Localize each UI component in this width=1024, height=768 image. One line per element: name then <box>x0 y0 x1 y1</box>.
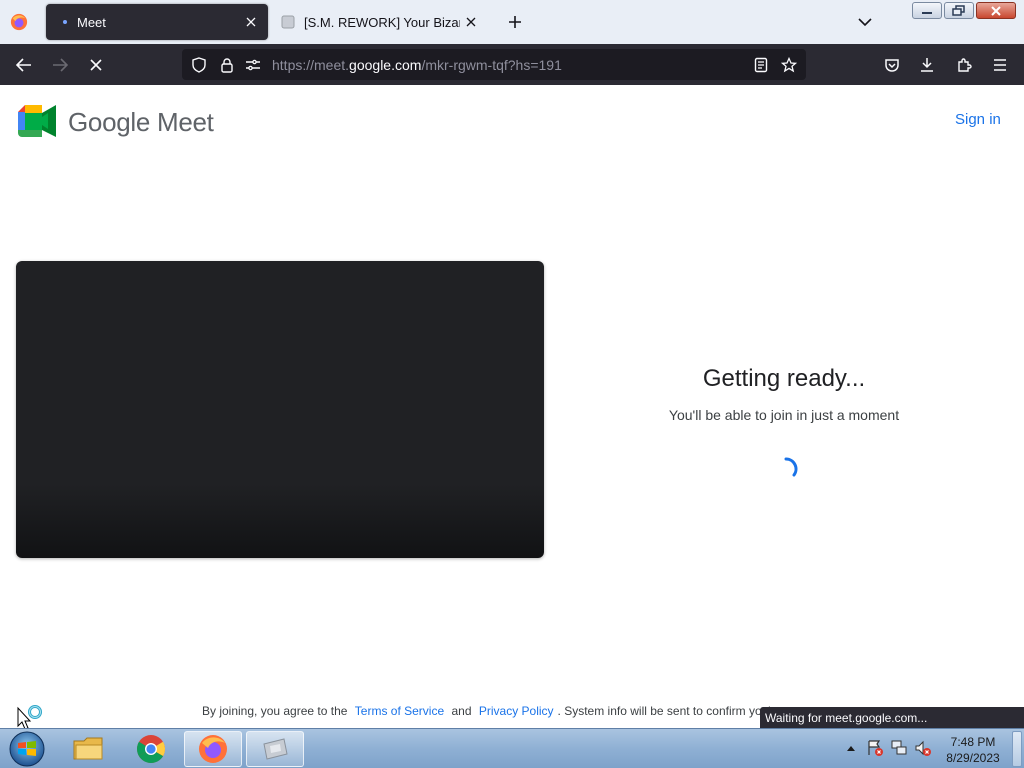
network-icon <box>891 740 907 755</box>
tray-network[interactable] <box>890 739 908 757</box>
minimize-button[interactable] <box>912 2 942 19</box>
menu-button[interactable] <box>987 52 1013 78</box>
chrome-icon <box>137 735 165 763</box>
chevron-down-icon <box>858 18 872 27</box>
system-clock[interactable]: 7:48 PM 8/29/2023 <box>940 734 1006 766</box>
tab-rework[interactable]: [S.M. REWORK] Your Bizarre Ad <box>276 4 488 40</box>
clock-date: 8/29/2023 <box>946 751 1000 765</box>
flag-warning-icon <box>868 740 883 756</box>
close-tab-icon[interactable] <box>240 11 262 33</box>
taskbar-file-explorer[interactable] <box>60 731 118 767</box>
hamburger-menu-icon <box>994 59 1006 71</box>
restore-icon <box>952 5 965 16</box>
forward-button[interactable] <box>47 52 73 78</box>
taskbar-app[interactable] <box>246 731 304 767</box>
legal-suffix: . System info will be sent to confirm yo… <box>557 704 771 718</box>
permissions-icon[interactable] <box>244 56 262 74</box>
restore-button[interactable] <box>944 2 974 19</box>
status-panel: Waiting for meet.google.com... <box>760 707 1024 729</box>
list-all-tabs-button[interactable] <box>854 11 876 33</box>
tray-action-center[interactable] <box>866 739 884 757</box>
document-icon <box>281 15 295 29</box>
taskbar-chrome[interactable] <box>122 731 180 767</box>
url-text[interactable]: https://meet.google.com/mkr-rgwm-tqf?hs=… <box>272 57 562 73</box>
clock-time: 7:48 PM <box>950 735 996 749</box>
tab-meet[interactable]: Meet <box>46 4 268 40</box>
new-tab-button[interactable] <box>504 11 526 33</box>
tab-strip: Meet [S.M. REWORK] Your Bizarre Ad <box>0 0 1024 44</box>
url-path: /mkr-rgwm-tqf?hs=191 <box>421 57 562 73</box>
show-hidden-icons-button[interactable] <box>842 739 860 757</box>
back-button[interactable] <box>11 52 37 78</box>
legal-prefix: By joining, you agree to the <box>202 704 348 718</box>
getting-ready-title: Getting ready... <box>702 365 866 392</box>
url-prefix: https://meet. <box>272 57 350 73</box>
close-tab-icon[interactable] <box>460 11 482 33</box>
start-button-icon[interactable] <box>7 730 47 768</box>
privacy-policy-link[interactable]: Privacy Policy <box>479 704 554 718</box>
minimize-icon <box>922 11 932 14</box>
tray-volume[interactable] <box>914 739 932 757</box>
chevron-up-icon <box>847 746 855 751</box>
plus-icon <box>509 16 521 28</box>
getting-ready-subtitle: You'll be able to join in just a moment <box>668 407 900 423</box>
brand-wordmark: Google Meet <box>68 107 214 137</box>
firefox-icon <box>199 735 227 763</box>
lock-icon[interactable] <box>218 56 236 74</box>
shield-icon[interactable] <box>190 56 208 74</box>
video-preview <box>16 261 544 558</box>
legal-notice: By joining, you agree to the Terms of Se… <box>202 704 771 718</box>
bookmark-star-icon[interactable] <box>780 56 798 74</box>
tab-title: Meet <box>77 14 106 30</box>
url-host: google.com <box>349 57 422 73</box>
stop-loading-button[interactable] <box>83 52 109 78</box>
close-window-button[interactable] <box>976 2 1016 19</box>
close-icon <box>991 5 1001 16</box>
download-icon <box>921 58 933 72</box>
firefox-icon[interactable] <box>10 13 28 31</box>
loading-spinner-icon <box>784 457 798 477</box>
window-controls <box>912 2 1016 19</box>
speaker-muted-icon <box>915 740 931 756</box>
downloads-button[interactable] <box>914 52 940 78</box>
tab-title: [S.M. REWORK] Your Bizarre Ad <box>304 14 460 30</box>
app-window-icon <box>263 738 288 760</box>
tab-activity-dot <box>63 20 67 24</box>
arrow-left-icon <box>16 58 31 72</box>
show-desktop-button[interactable] <box>1012 731 1022 767</box>
reader-view-icon[interactable] <box>752 56 770 74</box>
taskbar-firefox[interactable] <box>184 731 242 767</box>
pocket-icon <box>885 59 899 72</box>
stop-icon <box>90 59 102 71</box>
terms-of-service-link[interactable]: Terms of Service <box>355 704 444 718</box>
folder-icon <box>73 737 103 760</box>
puzzle-icon <box>958 58 972 72</box>
sign-in-link[interactable]: Sign in <box>955 111 1001 128</box>
meet-page: Google Meet Sign in Getting ready... You… <box>0 85 1024 729</box>
windows-taskbar: 7:48 PM 8/29/2023 <box>0 728 1024 768</box>
legal-and: and <box>451 704 472 718</box>
pocket-button[interactable] <box>879 52 905 78</box>
arrow-right-icon <box>53 58 68 72</box>
address-bar[interactable]: https://meet.google.com/mkr-rgwm-tqf?hs=… <box>182 49 806 80</box>
extensions-button[interactable] <box>951 52 977 78</box>
google-meet-logo-icon <box>18 105 56 137</box>
